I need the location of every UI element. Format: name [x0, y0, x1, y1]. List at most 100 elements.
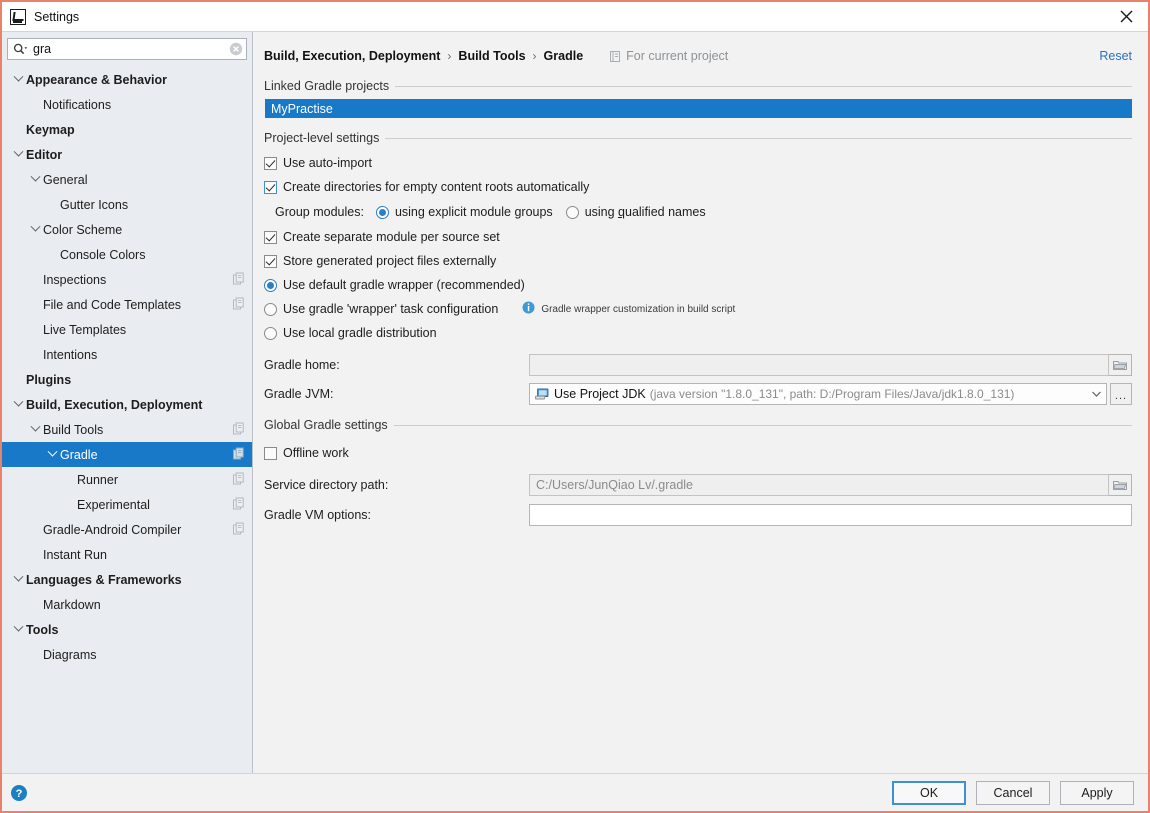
breadcrumb-separator: › [447, 49, 452, 63]
chevron-down-icon[interactable] [10, 571, 26, 583]
group-divider [395, 85, 1132, 87]
wrapper-task-radio[interactable] [264, 302, 277, 316]
service-directory-input[interactable]: C:/Users/JunQiao Lv/.gradle [529, 474, 1109, 496]
chevron-down-icon[interactable] [10, 621, 26, 633]
store-generated-checkbox[interactable] [264, 254, 277, 268]
linked-project-row[interactable]: MyPractise [265, 99, 1132, 118]
create-separate-module-row[interactable]: Create separate module per source set [264, 225, 1148, 249]
search-input[interactable] [33, 42, 228, 56]
sidebar-item-file-and-code-templates[interactable]: File and Code Templates [2, 292, 252, 317]
breadcrumb-item-1[interactable]: Build Tools [458, 49, 525, 63]
vm-options-label: Gradle VM options: [264, 508, 371, 522]
breadcrumb-item-0[interactable]: Build, Execution, Deployment [264, 49, 440, 63]
gradle-home-input[interactable] [529, 354, 1109, 376]
info-icon[interactable] [522, 301, 535, 317]
chevron-down-icon[interactable] [10, 146, 26, 158]
chevron-down-icon[interactable] [44, 446, 60, 458]
vm-options-input[interactable] [529, 504, 1132, 526]
settings-sidebar: Appearance & Behavior Notifications Keymap… [2, 32, 253, 773]
apply-button[interactable]: Apply [1060, 780, 1134, 805]
chevron-glyph [13, 571, 23, 582]
sidebar-item-intentions[interactable]: Intentions [2, 342, 252, 367]
sidebar-item-gradle[interactable]: Gradle [2, 442, 252, 467]
sidebar-item-tools[interactable]: Tools [2, 617, 252, 642]
sidebar-item-label: Appearance & Behavior [26, 72, 168, 87]
window-title: Settings [34, 9, 80, 24]
service-directory-browse-button[interactable] [1109, 474, 1132, 496]
chevron-down-icon[interactable] [10, 71, 26, 83]
store-generated-row[interactable]: Store generated project files externally [264, 249, 1148, 273]
sidebar-item-build-execution-deployment[interactable]: Build, Execution, Deployment [2, 392, 252, 417]
chevron-glyph [30, 221, 40, 232]
chevron-down-icon[interactable] [27, 171, 43, 183]
gradle-home-browse-button[interactable] [1109, 354, 1132, 376]
offline-work-row[interactable]: Offline work [264, 441, 1148, 465]
local-distribution-radio[interactable] [264, 326, 277, 340]
use-auto-import-checkbox[interactable] [264, 156, 277, 170]
service-directory-placeholder: C:/Users/JunQiao Lv/.gradle [536, 478, 694, 492]
sidebar-item-appearance-behavior[interactable]: Appearance & Behavior [2, 67, 252, 92]
sidebar-item-live-templates[interactable]: Live Templates [2, 317, 252, 342]
project-scope-icon [233, 447, 244, 462]
cancel-button[interactable]: Cancel [976, 780, 1050, 805]
search-icon[interactable] [13, 43, 28, 56]
local-distribution-label: Use local gradle distribution [283, 326, 437, 340]
sidebar-item-gutter-icons[interactable]: Gutter Icons [2, 192, 252, 217]
gradle-jvm-more-button[interactable]: ... [1110, 383, 1132, 405]
explicit-module-groups-radio[interactable] [375, 205, 389, 219]
chevron-down-icon[interactable] [1086, 384, 1106, 404]
close-icon[interactable] [1104, 2, 1148, 31]
wrapper-note: Gradle wrapper customization in build sc… [522, 301, 735, 317]
qualified-names-radio[interactable] [565, 205, 579, 219]
title-bar: Settings [2, 2, 1148, 31]
project-scope-icon [233, 422, 244, 437]
sidebar-item-instant-run[interactable]: Instant Run [2, 542, 252, 567]
chevron-down-icon[interactable] [27, 221, 43, 233]
reset-link[interactable]: Reset [1099, 49, 1132, 63]
sidebar-item-general[interactable]: General [2, 167, 252, 192]
distribution-option-default-row[interactable]: Use default gradle wrapper (recommended) [264, 273, 1148, 297]
sidebar-item-label: Inspections [43, 272, 107, 287]
clear-icon[interactable] [228, 42, 243, 57]
sidebar-item-gradle-android-compiler[interactable]: Gradle-Android Compiler [2, 517, 252, 542]
sidebar-item-diagrams[interactable]: Diagrams [2, 642, 252, 667]
chevron-down-icon[interactable] [27, 421, 43, 433]
settings-tree[interactable]: Appearance & Behavior Notifications Keymap… [2, 65, 252, 773]
group-modules-row: Group modules: using explicit module gro… [275, 199, 1148, 225]
sidebar-item-keymap[interactable]: Keymap [2, 117, 252, 142]
chevron-down-icon[interactable] [10, 396, 26, 408]
gradle-home-row: Gradle home: [264, 354, 1132, 376]
sidebar-item-runner[interactable]: Runner [2, 467, 252, 492]
gradle-jvm-combobox[interactable]: Use Project JDK (java version "1.8.0_131… [529, 383, 1107, 405]
chevron-glyph [13, 71, 23, 82]
create-separate-module-checkbox[interactable] [264, 230, 277, 244]
ok-button[interactable]: OK [892, 780, 966, 805]
chevron-glyph [13, 396, 23, 407]
sidebar-item-experimental[interactable]: Experimental [2, 492, 252, 517]
create-directories-row[interactable]: Create directories for empty content roo… [264, 175, 1148, 199]
sidebar-item-editor[interactable]: Editor [2, 142, 252, 167]
group-modules-option-qualified[interactable]: using qualified names [565, 205, 706, 219]
gradle-jvm-value: Use Project JDK [554, 387, 646, 401]
sidebar-item-inspections[interactable]: Inspections [2, 267, 252, 292]
breadcrumb-item-2: Gradle [543, 49, 584, 63]
sidebar-item-color-scheme[interactable]: Color Scheme [2, 217, 252, 242]
chevron-glyph [30, 171, 40, 182]
search-box[interactable] [7, 38, 247, 60]
sidebar-item-plugins[interactable]: Plugins [2, 367, 252, 392]
default-wrapper-radio[interactable] [264, 278, 277, 292]
group-modules-option-explicit[interactable]: using explicit module groups [375, 205, 553, 219]
jdk-icon [535, 388, 549, 400]
sidebar-item-console-colors[interactable]: Console Colors [2, 242, 252, 267]
sidebar-item-languages-frameworks[interactable]: Languages & Frameworks [2, 567, 252, 592]
sidebar-item-build-tools[interactable]: Build Tools [2, 417, 252, 442]
sidebar-item-markdown[interactable]: Markdown [2, 592, 252, 617]
help-icon[interactable]: ? [10, 784, 28, 802]
sidebar-item-notifications[interactable]: Notifications [2, 92, 252, 117]
offline-work-checkbox[interactable] [264, 446, 277, 460]
create-directories-checkbox[interactable] [264, 180, 277, 194]
use-auto-import-row[interactable]: Use auto-import [264, 151, 1148, 175]
explicit-module-groups-label: using explicit module groups [394, 205, 553, 219]
distribution-option-task-row[interactable]: Use gradle 'wrapper' task configuration … [264, 297, 1148, 321]
distribution-option-local-row[interactable]: Use local gradle distribution [264, 321, 1148, 345]
